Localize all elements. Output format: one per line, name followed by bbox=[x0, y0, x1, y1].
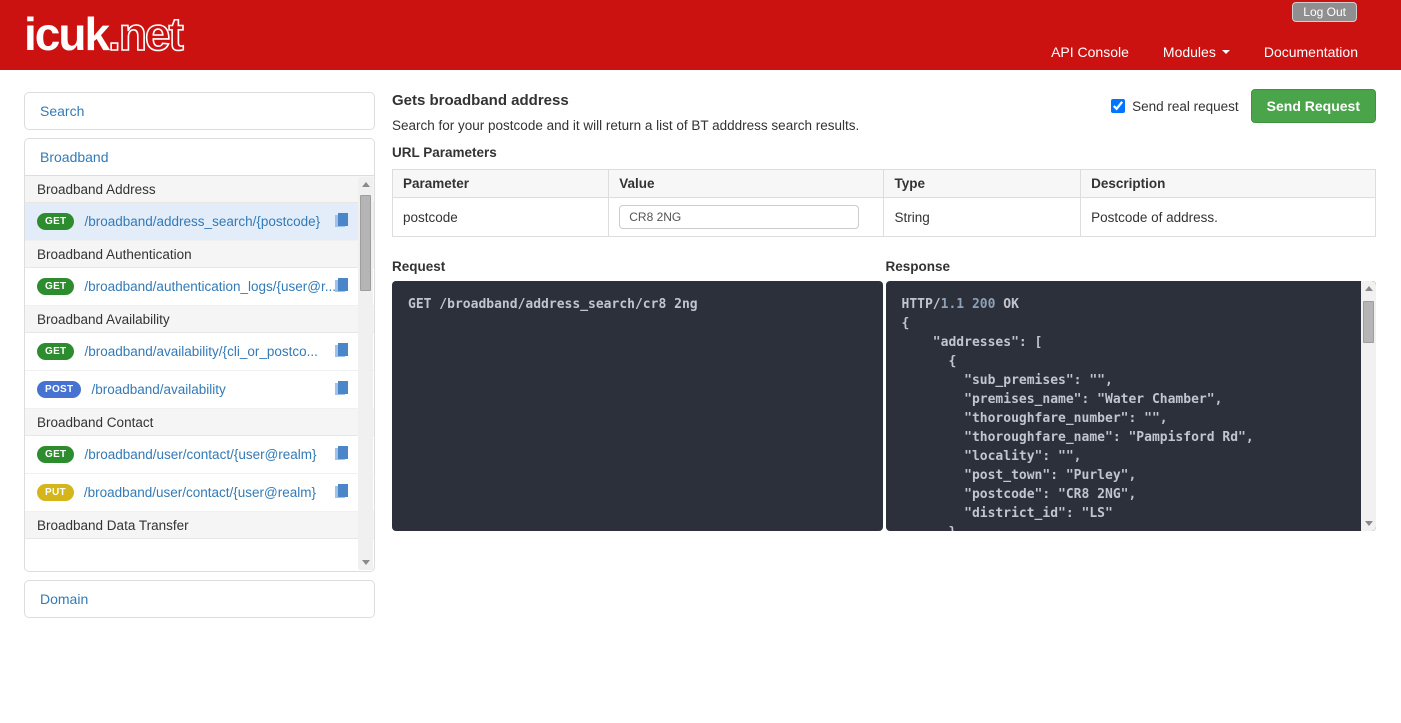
response-code-panel: HTTP/1.1 200 OK { "addresses": [ { "sub_… bbox=[886, 281, 1377, 531]
broadband-panel: Broadband Broadband Address GET /broadba… bbox=[24, 138, 375, 572]
column-header-type: Type bbox=[884, 170, 1081, 198]
scroll-down-icon[interactable] bbox=[1361, 516, 1376, 531]
nav-documentation-label: Documentation bbox=[1264, 44, 1358, 60]
response-json-line: "premises_name": "Water Chamber", bbox=[902, 390, 1361, 409]
response-json-line: "postcode": "CR8 2NG", bbox=[902, 485, 1361, 504]
response-json-line: "post_town": "Purley", bbox=[902, 466, 1361, 485]
copy-icon[interactable] bbox=[335, 446, 348, 464]
param-type-cell: String bbox=[884, 198, 1081, 237]
response-json-line: "thoroughfare_number": "", bbox=[902, 409, 1361, 428]
group-broadband-contact: Broadband Contact bbox=[25, 409, 374, 436]
broadband-panel-header[interactable]: Broadband bbox=[25, 139, 374, 175]
main-content: Send real request Send Request Gets broa… bbox=[392, 92, 1376, 531]
icuk-logo: icuk.net bbox=[24, 4, 182, 64]
search-panel-header[interactable]: Search bbox=[25, 93, 374, 129]
postcode-input[interactable] bbox=[619, 205, 859, 229]
response-json-line: "addresses": [ bbox=[902, 333, 1361, 352]
group-broadband-address: Broadband Address bbox=[25, 176, 374, 203]
logo-text-outline: .net bbox=[108, 8, 182, 60]
scroll-up-icon[interactable] bbox=[1361, 281, 1376, 296]
endpoint-authentication-logs[interactable]: GET /broadband/authentication_logs/{user… bbox=[25, 268, 374, 306]
nav-api-console-label: API Console bbox=[1051, 44, 1129, 60]
request-line: GET /broadband/address_search/cr8 2ng bbox=[408, 295, 867, 314]
request-column: Request GET /broadband/address_search/cr… bbox=[392, 259, 883, 531]
group-broadband-authentication: Broadband Authentication bbox=[25, 241, 374, 268]
response-json-line: { bbox=[902, 352, 1361, 371]
send-request-button[interactable]: Send Request bbox=[1251, 89, 1376, 123]
scroll-down-icon[interactable] bbox=[358, 555, 373, 570]
scroll-up-icon[interactable] bbox=[358, 177, 373, 192]
response-scrollbar[interactable] bbox=[1361, 281, 1376, 531]
param-value-cell bbox=[609, 198, 884, 237]
endpoint-link[interactable]: /broadband/availability bbox=[91, 382, 225, 397]
endpoint-link[interactable]: /broadband/address_search/{postcode} bbox=[84, 214, 320, 229]
response-json-line: "locality": "", bbox=[902, 447, 1361, 466]
scrollbar-thumb[interactable] bbox=[360, 195, 371, 291]
endpoint-user-contact-put[interactable]: PUT /broadband/user/contact/{user@realm} bbox=[25, 474, 374, 512]
request-controls: Send real request Send Request bbox=[1111, 89, 1376, 123]
sidebar: Search Broadband Broadband Address GET /… bbox=[24, 92, 375, 626]
caret-down-icon bbox=[1222, 50, 1230, 54]
copy-icon[interactable] bbox=[335, 381, 348, 399]
response-json-line: } bbox=[902, 523, 1361, 531]
endpoint-link[interactable]: /broadband/user/contact/{user@realm} bbox=[84, 447, 316, 462]
column-header-description: Description bbox=[1081, 170, 1376, 198]
top-navigation: API Console Modules Documentation bbox=[1051, 44, 1358, 60]
send-real-request-checkbox[interactable] bbox=[1111, 99, 1125, 113]
url-parameters-heading: URL Parameters bbox=[392, 145, 1376, 160]
nav-modules-label: Modules bbox=[1163, 44, 1216, 60]
url-parameters-table: Parameter Value Type Description postcod… bbox=[392, 169, 1376, 237]
response-status-line: HTTP/1.1 200 OK bbox=[902, 295, 1361, 314]
domain-panel-header[interactable]: Domain bbox=[25, 581, 374, 617]
send-real-request-label: Send real request bbox=[1132, 99, 1239, 114]
request-label: Request bbox=[392, 259, 883, 274]
endpoint-availability-post[interactable]: POST /broadband/availability bbox=[25, 371, 374, 409]
endpoint-availability-get[interactable]: GET /broadband/availability/{cli_or_post… bbox=[25, 333, 374, 371]
response-json-line: "thoroughfare_name": "Pampisford Rd", bbox=[902, 428, 1361, 447]
group-broadband-data-transfer: Broadband Data Transfer bbox=[25, 512, 374, 539]
endpoint-link[interactable]: /broadband/authentication_logs/{user@r..… bbox=[84, 279, 335, 294]
endpoint-user-contact-get[interactable]: GET /broadband/user/contact/{user@realm} bbox=[25, 436, 374, 474]
endpoint-address-search[interactable]: GET /broadband/address_search/{postcode} bbox=[25, 203, 374, 241]
table-row: postcode String Postcode of address. bbox=[393, 198, 1376, 237]
copy-icon[interactable] bbox=[335, 343, 348, 361]
sidebar-scrollbar[interactable] bbox=[358, 177, 373, 570]
response-label: Response bbox=[886, 259, 1377, 274]
method-badge-get: GET bbox=[37, 343, 74, 360]
nav-modules-dropdown[interactable]: Modules bbox=[1163, 44, 1230, 60]
copy-icon[interactable] bbox=[335, 278, 348, 296]
request-code-panel: GET /broadband/address_search/cr8 2ng bbox=[392, 281, 883, 531]
group-broadband-availability: Broadband Availability bbox=[25, 306, 374, 333]
nav-documentation[interactable]: Documentation bbox=[1264, 44, 1358, 60]
send-real-request-option[interactable]: Send real request bbox=[1111, 99, 1239, 114]
method-badge-post: POST bbox=[37, 381, 81, 398]
response-json-line: "district_id": "LS" bbox=[902, 504, 1361, 523]
logo-text-solid: icuk bbox=[24, 8, 108, 60]
param-description-cell: Postcode of address. bbox=[1081, 198, 1376, 237]
param-name-cell: postcode bbox=[393, 198, 609, 237]
method-badge-get: GET bbox=[37, 213, 74, 230]
scrollbar-thumb[interactable] bbox=[1363, 301, 1374, 343]
copy-icon[interactable] bbox=[335, 484, 348, 502]
response-json-line: "sub_premises": "", bbox=[902, 371, 1361, 390]
app-header: icuk.net Log Out API Console Modules Doc… bbox=[0, 0, 1401, 70]
response-json-line: { bbox=[902, 314, 1361, 333]
method-badge-get: GET bbox=[37, 278, 74, 295]
column-header-parameter: Parameter bbox=[393, 170, 609, 198]
method-badge-get: GET bbox=[37, 446, 74, 463]
table-header-row: Parameter Value Type Description bbox=[393, 170, 1376, 198]
nav-api-console[interactable]: API Console bbox=[1051, 44, 1129, 60]
column-header-value: Value bbox=[609, 170, 884, 198]
domain-panel: Domain bbox=[24, 580, 375, 618]
endpoint-link[interactable]: /broadband/user/contact/{user@realm} bbox=[84, 485, 316, 500]
search-panel: Search bbox=[24, 92, 375, 130]
response-column: Response HTTP/1.1 200 OK { "addresses": … bbox=[886, 259, 1377, 531]
logout-button[interactable]: Log Out bbox=[1292, 2, 1357, 22]
request-response-panels: Request GET /broadband/address_search/cr… bbox=[392, 259, 1376, 531]
endpoint-list: Broadband Address GET /broadband/address… bbox=[25, 175, 374, 571]
copy-icon[interactable] bbox=[335, 213, 348, 231]
method-badge-put: PUT bbox=[37, 484, 74, 501]
endpoint-link[interactable]: /broadband/availability/{cli_or_postco..… bbox=[84, 344, 317, 359]
